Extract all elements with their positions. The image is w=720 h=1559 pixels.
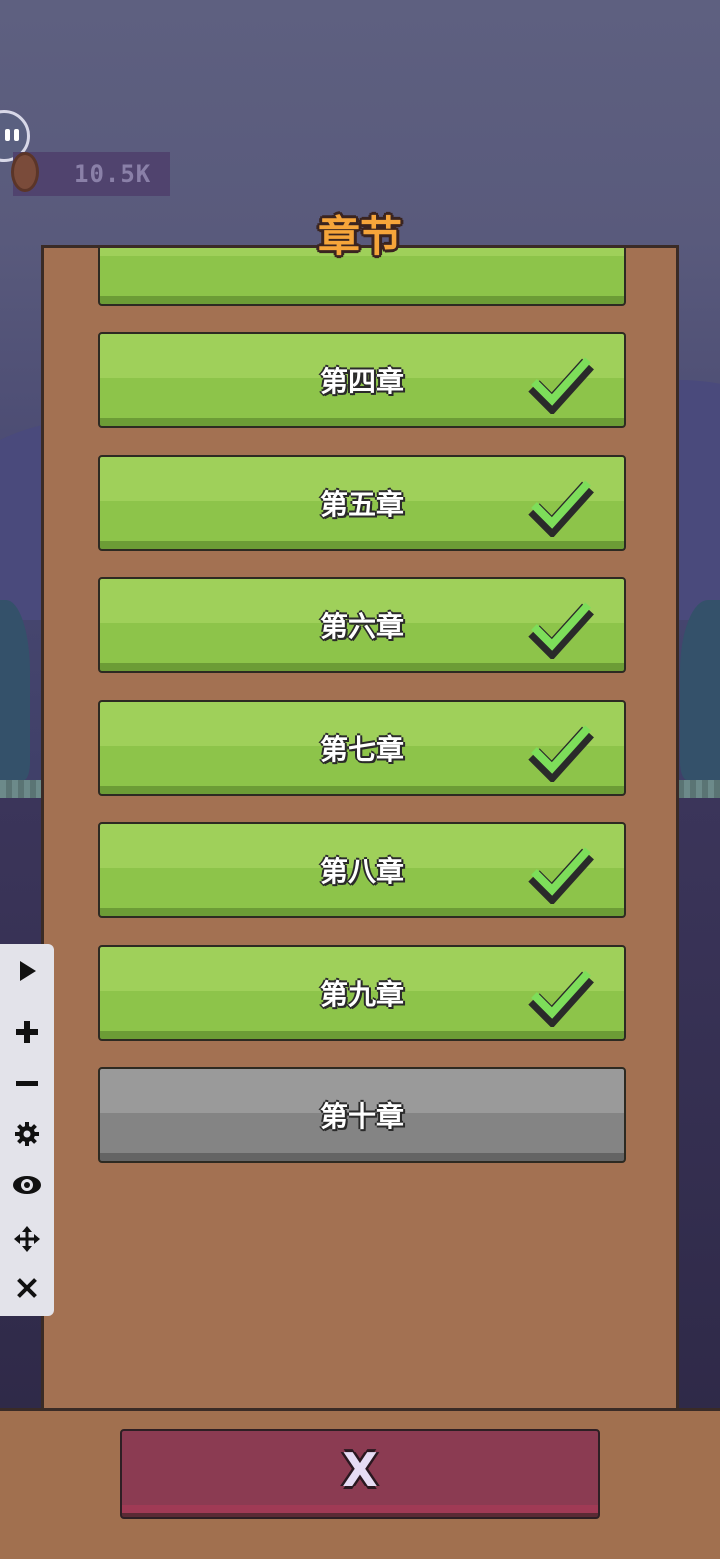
chapter-label: 第十章	[319, 1100, 404, 1133]
checkmark-icon	[528, 602, 594, 659]
move-icon[interactable]	[0, 1218, 54, 1258]
chapter-item-7[interactable]: 第七章	[98, 700, 626, 796]
pet-eye	[14, 129, 19, 141]
coin-icon	[11, 152, 39, 192]
plus-icon[interactable]	[0, 1012, 54, 1052]
gear-glyph	[15, 1122, 39, 1146]
close-glyph	[17, 1278, 37, 1298]
chapter-item-10-locked[interactable]: 第十章	[98, 1067, 626, 1163]
dialog-title: 章节	[317, 212, 402, 261]
close-button-label: X	[342, 1443, 378, 1497]
chapter-item-9[interactable]: 第九章	[98, 945, 626, 1041]
dialog-footer: X	[0, 1408, 720, 1559]
move-glyph	[14, 1226, 40, 1252]
chapter-item-4[interactable]: 第四章	[98, 332, 626, 428]
checkmark-icon	[528, 480, 594, 537]
checkmark-icon	[528, 357, 594, 414]
play-glyph	[20, 961, 36, 981]
pet-eye	[5, 129, 10, 141]
minus-glyph	[16, 1081, 38, 1086]
checkmark-icon	[528, 970, 594, 1027]
eye-icon[interactable]	[0, 1166, 54, 1206]
checkmark-icon	[528, 725, 594, 782]
eye-glyph	[13, 1176, 41, 1194]
gear-icon[interactable]	[0, 1114, 54, 1154]
floating-toolbar	[0, 944, 54, 1316]
chapter-item-8[interactable]: 第八章	[98, 822, 626, 918]
minus-icon[interactable]	[0, 1064, 54, 1104]
coin-amount: 10.5K	[74, 160, 152, 188]
play-icon[interactable]	[0, 952, 54, 992]
chapter-item-6[interactable]: 第六章	[98, 577, 626, 673]
chapter-item-5[interactable]: 第五章	[98, 455, 626, 551]
plus-glyph	[16, 1021, 38, 1043]
close-dialog-button[interactable]: X	[120, 1429, 600, 1519]
chapter-panel[interactable]: 第四章 第五章 第六章 第七章 第八章 第九章 第十章	[41, 245, 679, 1425]
tree	[680, 600, 720, 780]
close-icon[interactable]	[0, 1268, 54, 1308]
checkmark-icon	[528, 847, 594, 904]
